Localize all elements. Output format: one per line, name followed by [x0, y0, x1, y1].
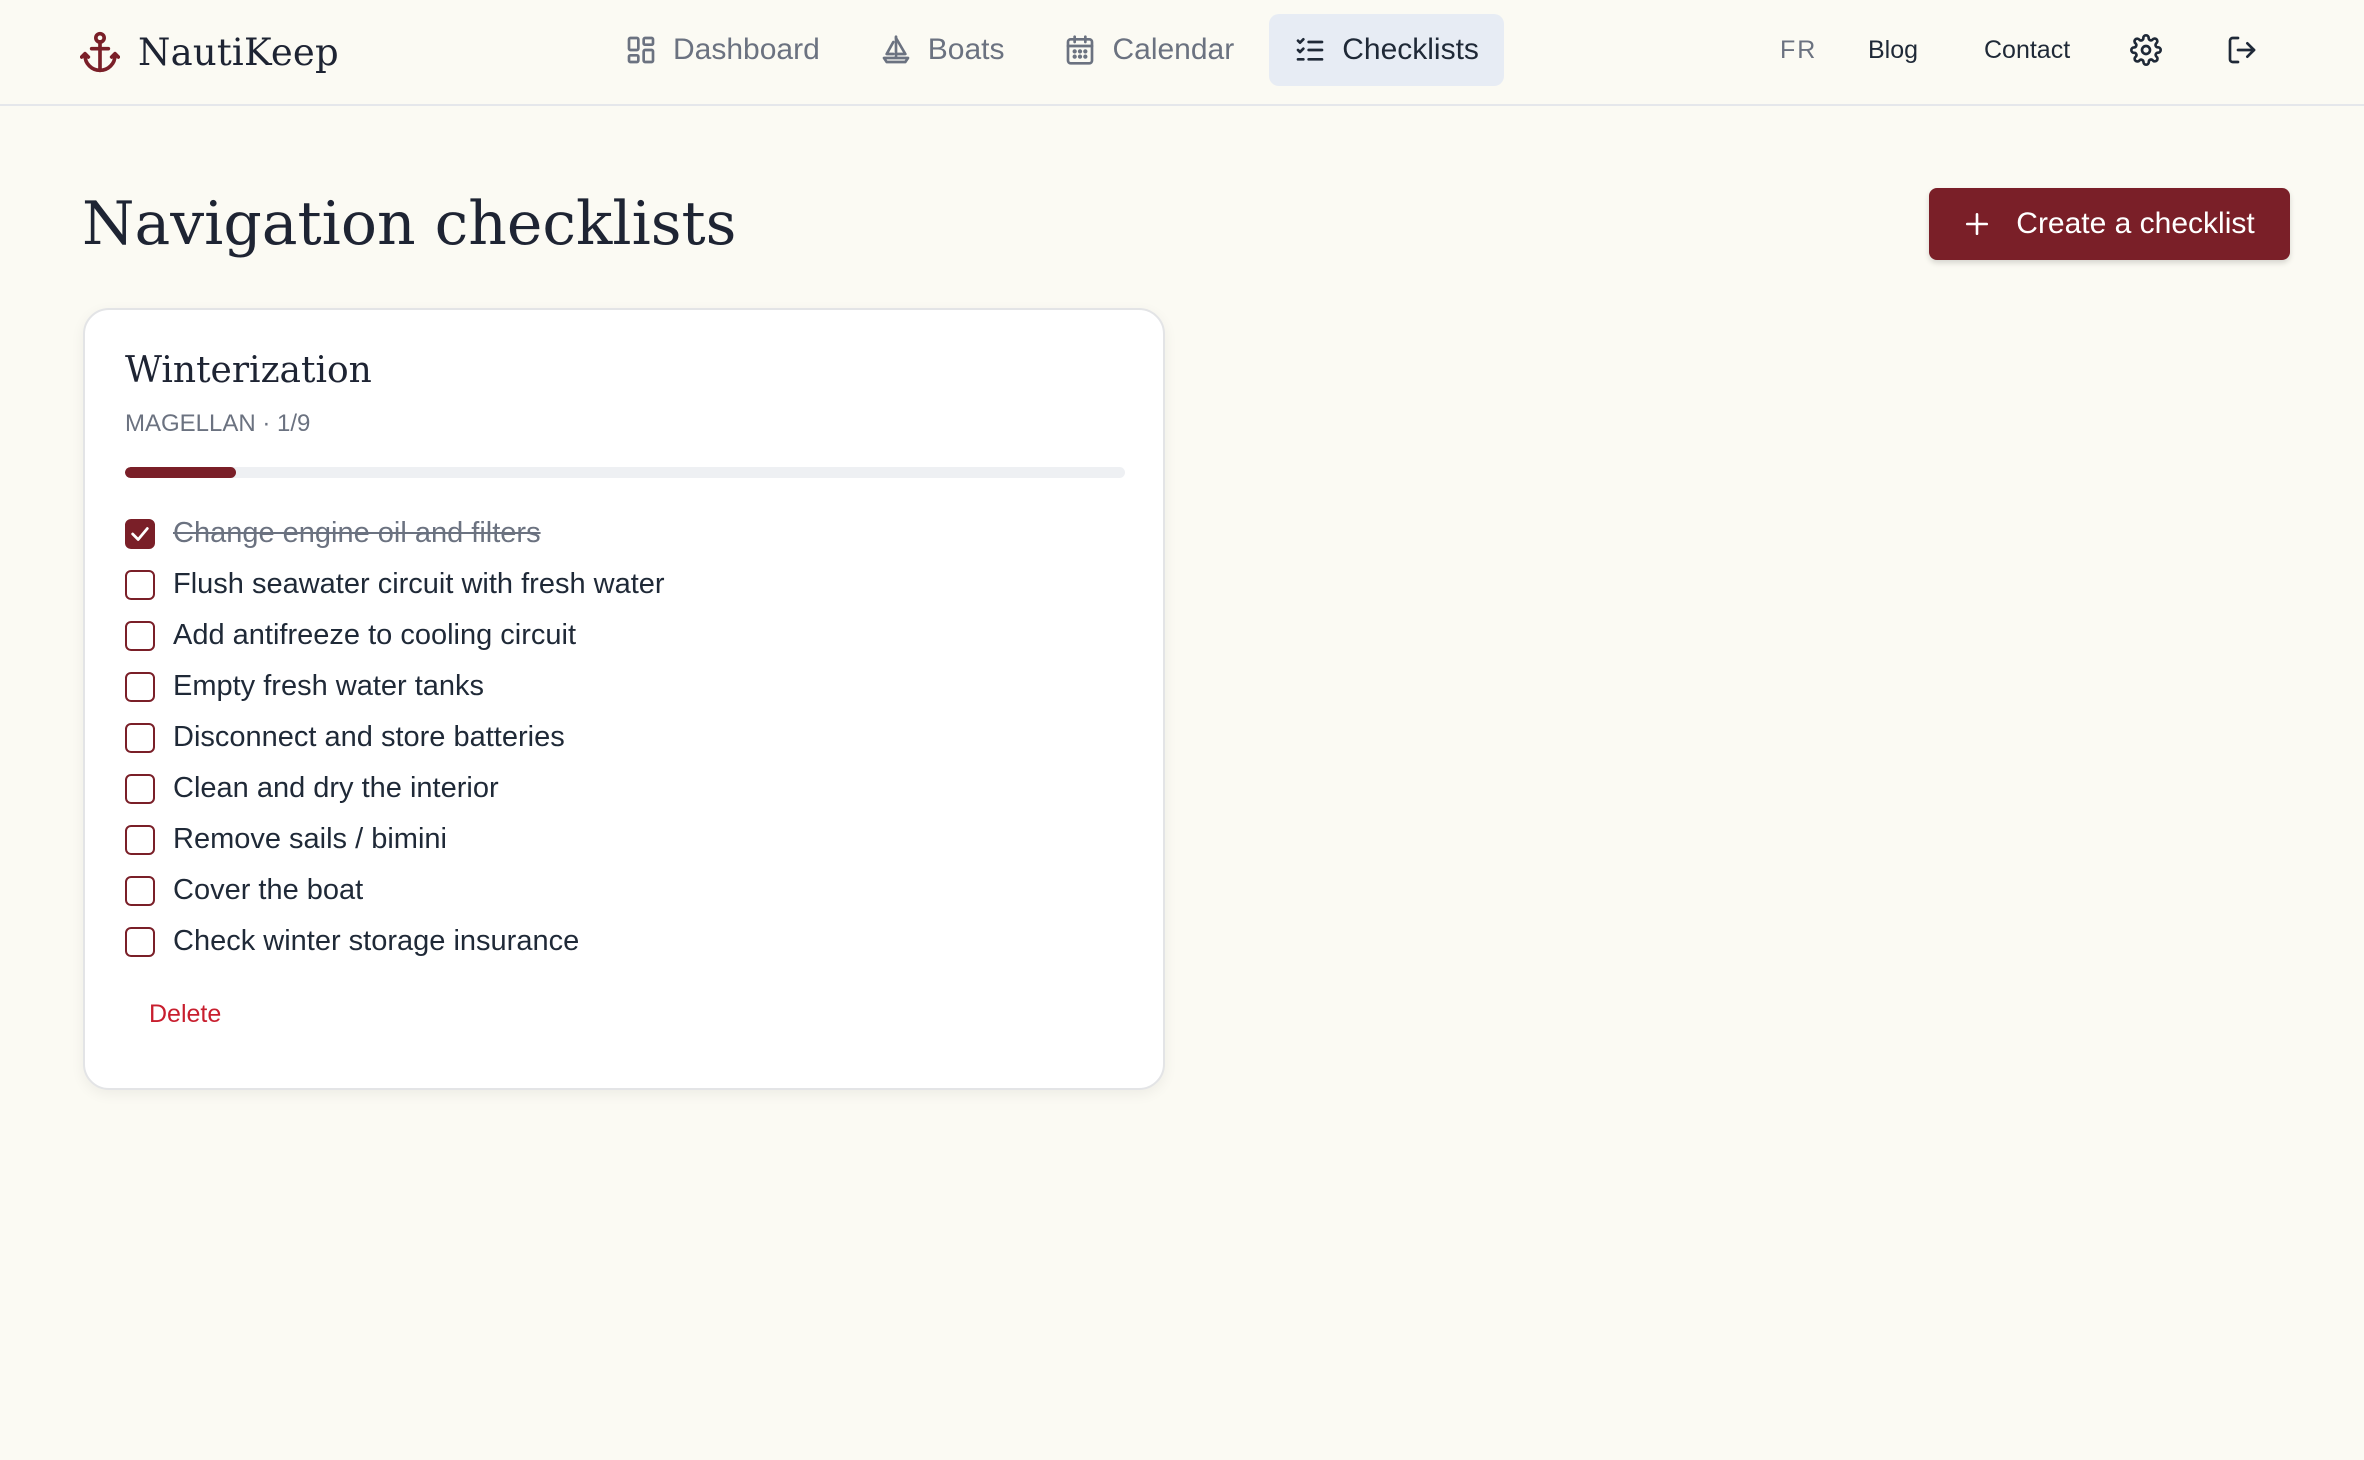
create-checklist-label: Create a checklist	[2016, 207, 2255, 240]
nav-label-dashboard: Dashboard	[673, 33, 820, 66]
checklist-item[interactable]: Clean and dry the interior	[125, 763, 665, 814]
logout-icon	[2228, 36, 2256, 64]
delete-checklist-button[interactable]: Delete	[149, 1000, 221, 1029]
checklist-item[interactable]: Remove sails / bimini	[125, 814, 665, 865]
nav-label-checklists: Checklists	[1342, 33, 1479, 66]
nav-item-dashboard[interactable]: Dashboard	[600, 14, 845, 86]
blog-link[interactable]: Blog	[1868, 14, 1918, 86]
checklist-item-label: Flush seawater circuit with fresh water	[173, 568, 665, 600]
logout-button[interactable]	[2226, 14, 2258, 86]
checklist-checkbox[interactable]	[125, 518, 155, 549]
checklist-checkbox[interactable]	[125, 926, 155, 957]
main-nav: Dashboard Boats Calendar Checklists	[600, 14, 1504, 86]
checklist-items: Change engine oil and filters Flush seawa…	[125, 508, 665, 967]
page-title: Navigation checklists	[82, 189, 737, 259]
nav-label-boats: Boats	[927, 33, 1005, 66]
checklist-checkbox[interactable]	[125, 875, 155, 906]
app-name: NautiKeep	[138, 30, 339, 74]
top-navigation-bar: NautiKeep Dashboard Boats Calendar Check…	[0, 0, 2364, 106]
app-logo[interactable]: NautiKeep	[80, 24, 339, 80]
checklist-progress-bar	[125, 467, 1125, 478]
checklist-checkbox[interactable]	[125, 671, 155, 702]
checklist-item-label: Empty fresh water tanks	[173, 670, 485, 702]
checklist-checkbox[interactable]	[125, 722, 155, 753]
checkmark-icon	[131, 526, 149, 541]
checklist-item[interactable]: Add antifreeze to cooling circuit	[125, 610, 665, 661]
checklist-checkbox[interactable]	[125, 773, 155, 804]
nav-item-calendar[interactable]: Calendar	[1039, 14, 1259, 86]
contact-link[interactable]: Contact	[1984, 14, 2070, 86]
checklist-item-label: Cover the boat	[173, 874, 364, 906]
checklist-checkbox[interactable]	[125, 569, 155, 600]
gear-icon	[2130, 34, 2162, 66]
checklist-item-label: Add antifreeze to cooling circuit	[173, 619, 576, 651]
checklist-item-label: Change engine oil and filters	[173, 517, 541, 549]
anchor-icon	[80, 31, 120, 73]
checklist-item-label: Remove sails / bimini	[173, 823, 447, 855]
checklist-item[interactable]: Disconnect and store batteries	[125, 712, 665, 763]
checklist-meta: MAGELLAN · 1/9	[125, 410, 311, 437]
checklist-checkbox[interactable]	[125, 620, 155, 651]
checklist-item[interactable]: Empty fresh water tanks	[125, 661, 665, 712]
nav-label-calendar: Calendar	[1112, 33, 1235, 66]
nav-item-boats[interactable]: Boats	[855, 14, 1030, 86]
checklist-item[interactable]: Check winter storage insurance	[125, 916, 665, 967]
settings-button[interactable]	[2130, 14, 2162, 86]
checklist-item[interactable]: Flush seawater circuit with fresh water	[125, 559, 665, 610]
dashboard-icon	[627, 36, 655, 64]
checklist-card: Winterization MAGELLAN · 1/9 Change engi…	[83, 308, 1165, 1090]
calendar-icon	[1067, 35, 1094, 65]
create-checklist-button[interactable]: Create a checklist	[1929, 188, 2290, 260]
checklist-checkbox[interactable]	[125, 824, 155, 855]
checklist-item-label: Clean and dry the interior	[173, 772, 499, 804]
nav-item-checklists[interactable]: Checklists	[1269, 14, 1504, 86]
checklist-item[interactable]: Cover the boat	[125, 865, 665, 916]
checklist-progress-fill	[125, 467, 236, 478]
checklist-title: Winterization	[125, 350, 372, 391]
sailboat-icon	[882, 35, 910, 64]
checklist-item[interactable]: Change engine oil and filters	[125, 508, 665, 559]
plus-icon	[1966, 212, 1989, 236]
checklist-icon	[1296, 38, 1324, 61]
checklist-item-label: Check winter storage insurance	[173, 925, 580, 957]
checklist-item-label: Disconnect and store batteries	[173, 721, 565, 753]
language-switch[interactable]: FR	[1780, 14, 1817, 86]
